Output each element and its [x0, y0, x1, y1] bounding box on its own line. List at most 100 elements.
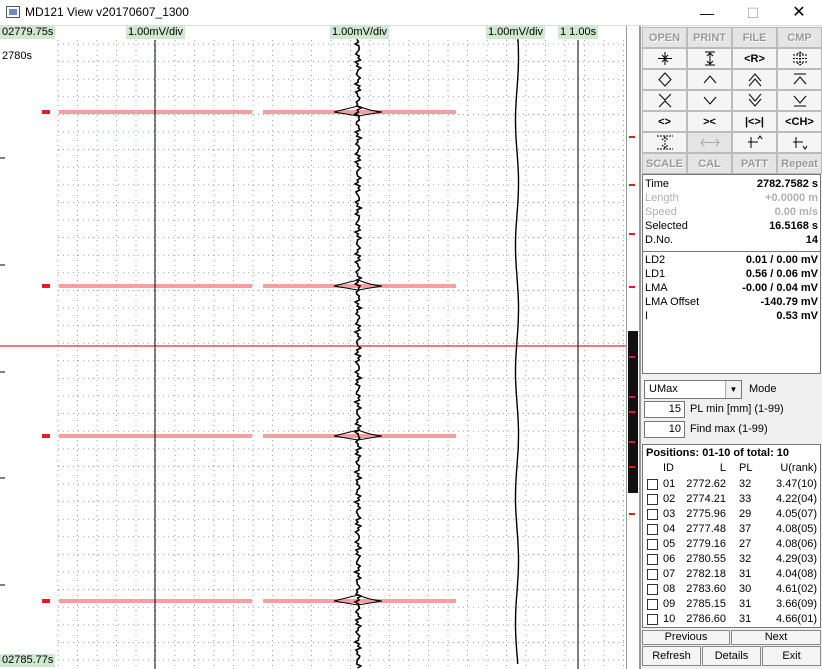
position-checkbox[interactable] [647, 569, 658, 580]
position-checkbox[interactable] [647, 584, 658, 595]
selected-value: 16.5168 s [769, 220, 818, 232]
shift-down-fast-button[interactable] [732, 90, 777, 111]
scale-button[interactable]: SCALE [642, 153, 687, 174]
shift-up-fast-button[interactable] [732, 69, 777, 90]
compress-horizontal-button[interactable]: >< [687, 111, 732, 132]
position-checkbox[interactable] [647, 509, 658, 520]
chevron-down-icon [703, 96, 716, 105]
repeat-button[interactable]: Repeat [777, 153, 822, 174]
position-id: 09 [663, 598, 676, 610]
refresh-button[interactable]: Refresh [642, 646, 701, 666]
toolbar: OPEN PRINT FILE CMP <R> <> >< |<>| <CH> … [642, 27, 822, 174]
position-marker [42, 434, 50, 438]
info-divider [643, 251, 820, 252]
position-row[interactable]: 08 2783.60 30 4.61(02) [643, 582, 821, 597]
lma-offset-value: -140.79 mV [760, 296, 818, 308]
position-u-rank: 4.29(03) [776, 553, 817, 565]
position-row[interactable]: 04 2777.48 37 4.08(05) [643, 522, 821, 537]
position-pl: 27 [739, 538, 752, 550]
find-max-input[interactable]: 10 [644, 421, 685, 438]
position-id: 08 [663, 583, 676, 595]
position-checkbox[interactable] [647, 599, 658, 610]
file-button[interactable]: FILE [732, 27, 777, 48]
marker-down-icon [792, 137, 807, 150]
exit-button[interactable]: Exit [762, 646, 821, 666]
channel-scale-label-4: 1 1.00s [558, 26, 599, 39]
position-row[interactable]: 05 2779.16 27 4.08(06) [643, 537, 821, 552]
print-button[interactable]: PRINT [687, 27, 732, 48]
ld1-row: LD1 0.56 / 0.06 mV [645, 268, 818, 280]
position-row[interactable]: 01 2772.62 32 3.47(10) [643, 477, 821, 492]
mode-dropdown[interactable]: UMax ▼ [644, 380, 742, 399]
shift-up-button[interactable] [687, 69, 732, 90]
position-u-rank: 4.05(07) [776, 508, 817, 520]
position-u-rank: 4.08(06) [776, 538, 817, 550]
measurement-info-box: Time 2782.7582 s Length +0.0000 m Speed 0.0… [642, 174, 821, 374]
open-button[interactable]: OPEN [642, 27, 687, 48]
time-value: 2782.7582 s [756, 178, 818, 190]
strip-position-marker [629, 396, 635, 398]
position-id: 01 [663, 478, 676, 490]
collapse-button[interactable] [642, 90, 687, 111]
position-checkbox[interactable] [647, 524, 658, 535]
position-u-rank: 4.04(08) [776, 568, 817, 580]
minimize-button[interactable]: — [684, 0, 730, 26]
double-chevron-down-icon [748, 93, 761, 107]
position-checkbox[interactable] [647, 614, 658, 625]
position-checkbox[interactable] [647, 494, 658, 505]
marker-up-icon [747, 135, 762, 148]
channel-scale-label-1: 1.00mV/div [126, 26, 186, 39]
position-row[interactable]: 10 2786.60 31 4.66(01) [643, 612, 821, 627]
marker-up-button[interactable] [732, 132, 777, 153]
signal-plot[interactable]: 02779.75s 02785.77s 2780s 1.00mV/div 1.0… [0, 26, 626, 669]
position-checkbox[interactable] [647, 554, 658, 565]
trace-lma [514, 39, 520, 665]
overview-scroll-strip[interactable] [626, 26, 640, 669]
strip-position-marker [629, 356, 635, 358]
fit-horizontal-button[interactable]: |<>| [732, 111, 777, 132]
collapse-icon [658, 93, 671, 108]
expand-horizontal-button[interactable]: <> [642, 111, 687, 132]
position-u-rank: 3.47(10) [776, 478, 817, 490]
overview-strip-canvas[interactable] [627, 26, 641, 669]
reset-button[interactable]: <R> [732, 48, 777, 69]
next-button[interactable]: Next [731, 630, 821, 645]
position-row[interactable]: 07 2782.18 31 4.04(08) [643, 567, 821, 582]
dropdown-arrow-icon[interactable]: ▼ [725, 381, 741, 398]
position-row[interactable]: 02 2774.21 33 4.22(04) [643, 492, 821, 507]
previous-button[interactable]: Previous [642, 630, 730, 645]
header-l: L [719, 462, 726, 474]
maximize-button[interactable]: ☐ [730, 0, 776, 26]
position-l: 2780.55 [686, 553, 726, 565]
cursor-button[interactable] [642, 132, 687, 153]
app-icon [6, 6, 20, 18]
shift-down-button[interactable] [687, 90, 732, 111]
details-button[interactable]: Details [702, 646, 761, 666]
pl-min-input[interactable]: 15 [644, 401, 685, 418]
position-row[interactable]: 03 2775.96 29 4.05(07) [643, 507, 821, 522]
channel-button[interactable]: <CH> [777, 111, 822, 132]
position-id: 02 [663, 493, 676, 505]
shift-bottom-button[interactable] [777, 90, 822, 111]
marker-down-button[interactable] [777, 132, 822, 153]
plot-canvas[interactable] [0, 26, 626, 669]
zoom-out-vertical-button[interactable] [687, 48, 732, 69]
cal-button[interactable]: CAL [687, 153, 732, 174]
close-button[interactable]: ✕ [776, 0, 822, 26]
position-row[interactable]: 09 2785.15 31 3.66(09) [643, 597, 821, 612]
fit-all-button[interactable] [777, 48, 822, 69]
diamond-button[interactable] [642, 69, 687, 90]
position-pl: 31 [739, 598, 752, 610]
strip-position-marker [629, 411, 635, 413]
shift-top-button[interactable] [777, 69, 822, 90]
zoom-in-vertical-button[interactable] [642, 48, 687, 69]
position-pl: 30 [739, 583, 752, 595]
cmp-button[interactable]: CMP [777, 27, 822, 48]
position-row[interactable]: 06 2780.55 32 4.29(03) [643, 552, 821, 567]
position-u-rank: 3.66(09) [776, 598, 817, 610]
patt-button[interactable]: PATT [732, 153, 777, 174]
sweep-button[interactable] [687, 132, 732, 153]
position-checkbox[interactable] [647, 479, 658, 490]
length-value: +0.0000 m [765, 192, 818, 204]
position-checkbox[interactable] [647, 539, 658, 550]
